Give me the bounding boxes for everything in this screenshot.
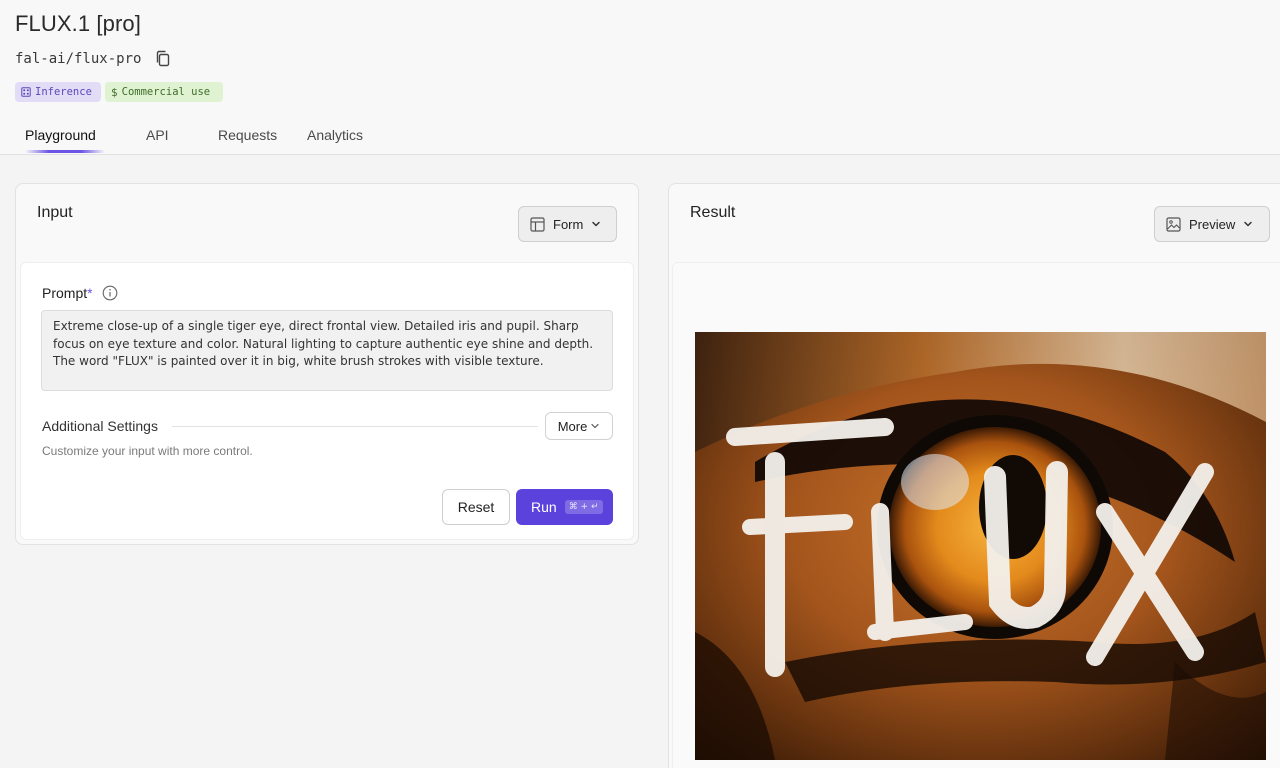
result-image[interactable] bbox=[695, 332, 1266, 760]
prompt-input[interactable]: Extreme close-up of a single tiger eye, … bbox=[41, 310, 613, 391]
required-mark: * bbox=[87, 285, 93, 301]
input-panel: Input Form Prompt* Extreme close-up of a… bbox=[15, 183, 639, 545]
model-id: fal-ai/flux-pro bbox=[15, 51, 142, 67]
inference-badge: Inference bbox=[15, 82, 101, 102]
result-area bbox=[672, 262, 1280, 768]
tab-analytics[interactable]: Analytics bbox=[307, 127, 363, 143]
preview-view-dropdown[interactable]: Preview bbox=[1154, 206, 1270, 242]
chevron-down-icon bbox=[1244, 221, 1252, 227]
preview-view-label: Preview bbox=[1189, 216, 1236, 232]
inference-badge-label: Inference bbox=[35, 86, 92, 98]
reset-button[interactable]: Reset bbox=[442, 489, 510, 525]
tab-requests[interactable]: Requests bbox=[218, 127, 277, 143]
result-panel-title: Result bbox=[690, 204, 736, 221]
additional-settings-title: Additional Settings bbox=[42, 418, 158, 434]
info-icon[interactable] bbox=[102, 285, 118, 301]
commercial-badge-label: Commercial use bbox=[121, 86, 211, 98]
tab-api[interactable]: API bbox=[146, 127, 169, 143]
more-settings-label: More bbox=[557, 418, 588, 434]
chevron-down-icon bbox=[592, 221, 601, 227]
prompt-label: Prompt* bbox=[42, 285, 93, 301]
prompt-label-text: Prompt bbox=[42, 285, 88, 301]
form-view-dropdown[interactable]: Form bbox=[518, 206, 617, 242]
commercial-use-badge: $ Commercial use bbox=[105, 82, 223, 102]
run-shortcut-hint: ⌘ + ↵ bbox=[564, 500, 603, 514]
dollar-icon: $ bbox=[111, 85, 118, 99]
tiger-eye-image bbox=[695, 332, 1266, 760]
result-panel: Result Preview bbox=[668, 183, 1280, 768]
form-layout-icon bbox=[530, 216, 545, 232]
input-form-card: Prompt* Extreme close-up of a single tig… bbox=[20, 262, 634, 540]
page-header: FLUX.1 [pro] fal-ai/flux-pro Inference $… bbox=[0, 0, 1280, 155]
run-button[interactable]: Run ⌘ + ↵ bbox=[516, 489, 613, 525]
inference-icon bbox=[21, 87, 31, 97]
tab-playground[interactable]: Playground bbox=[25, 127, 96, 143]
more-settings-button[interactable]: More bbox=[545, 412, 613, 440]
form-view-label: Form bbox=[553, 216, 584, 232]
input-panel-title: Input bbox=[37, 204, 73, 221]
additional-settings-description: Customize your input with more control. bbox=[42, 444, 253, 458]
active-tab-indicator bbox=[25, 150, 105, 153]
copy-icon[interactable] bbox=[153, 49, 173, 69]
divider bbox=[172, 426, 538, 427]
image-icon bbox=[1166, 216, 1181, 232]
run-button-label: Run bbox=[531, 499, 557, 515]
chevron-down-icon bbox=[591, 423, 599, 429]
page-title: FLUX.1 [pro] bbox=[15, 11, 141, 36]
